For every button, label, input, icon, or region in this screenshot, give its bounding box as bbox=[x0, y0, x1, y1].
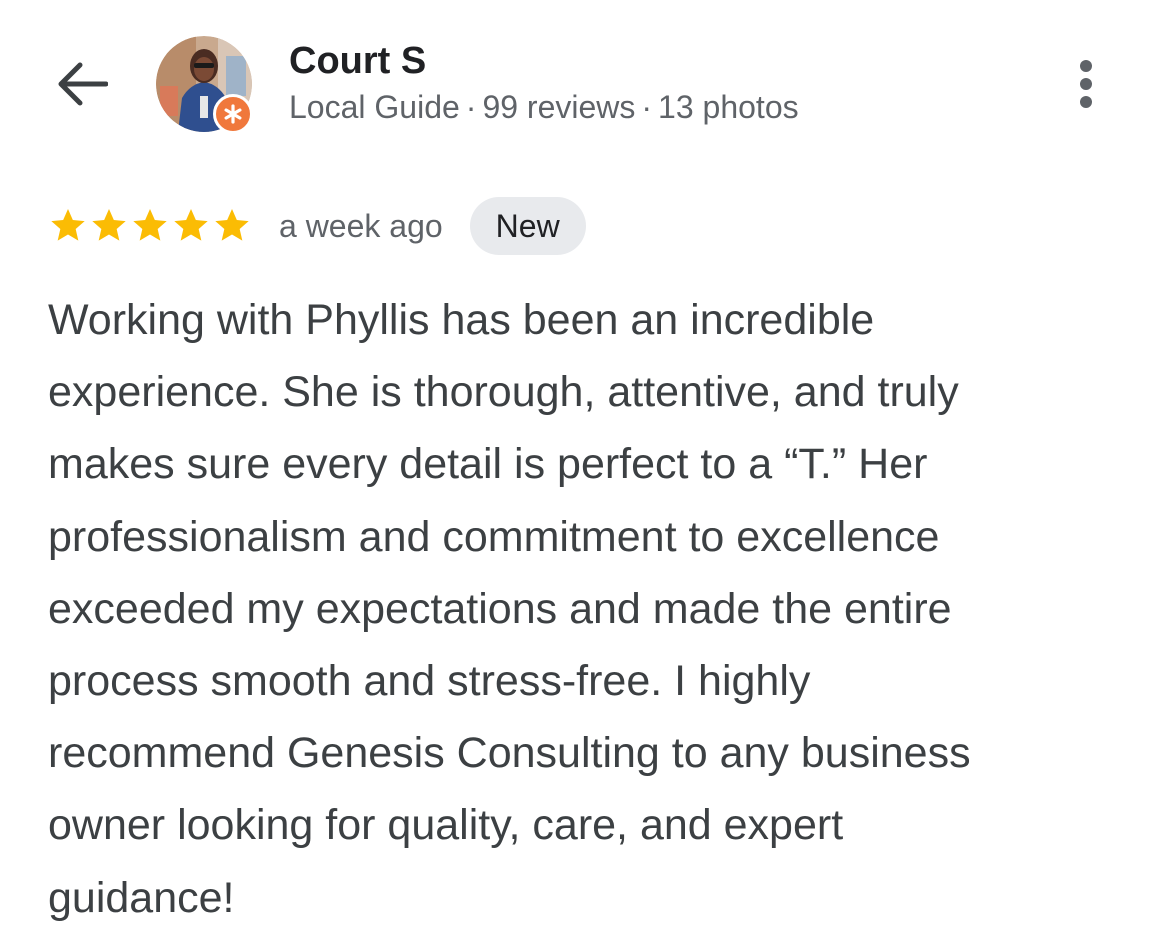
review-header: Court S Local Guide · 99 reviews · 13 photos bbox=[0, 0, 1170, 160]
reviewer-name[interactable]: Court S bbox=[289, 40, 426, 83]
more-vert-icon bbox=[1080, 96, 1092, 108]
more-options-button[interactable] bbox=[1064, 56, 1108, 112]
star-icon bbox=[133, 209, 167, 241]
avatar[interactable] bbox=[156, 36, 253, 134]
more-vert-icon bbox=[1080, 78, 1092, 90]
meta-separator: · bbox=[465, 89, 477, 125]
rating-row: a week ago New bbox=[48, 196, 586, 256]
meta-separator: · bbox=[641, 89, 653, 125]
back-button[interactable] bbox=[52, 56, 112, 112]
review-count: 99 reviews bbox=[482, 89, 636, 125]
review-time: a week ago bbox=[279, 207, 443, 244]
local-guide-star-icon bbox=[213, 94, 253, 134]
new-badge: New bbox=[469, 197, 586, 255]
star-icon bbox=[174, 209, 208, 241]
more-vert-icon bbox=[1080, 60, 1092, 72]
reviewer-role: Local Guide bbox=[289, 89, 460, 125]
photo-count: 13 photos bbox=[658, 89, 799, 125]
reviewer-meta: Local Guide · 99 reviews · 13 photos bbox=[289, 89, 799, 126]
star-rating bbox=[48, 206, 252, 246]
review-text: Working with Phyllis has been an incredi… bbox=[48, 296, 971, 922]
star-icon bbox=[215, 209, 249, 241]
arrow-back-icon bbox=[58, 62, 108, 106]
star-icon bbox=[92, 209, 126, 241]
star-icon bbox=[51, 209, 85, 241]
